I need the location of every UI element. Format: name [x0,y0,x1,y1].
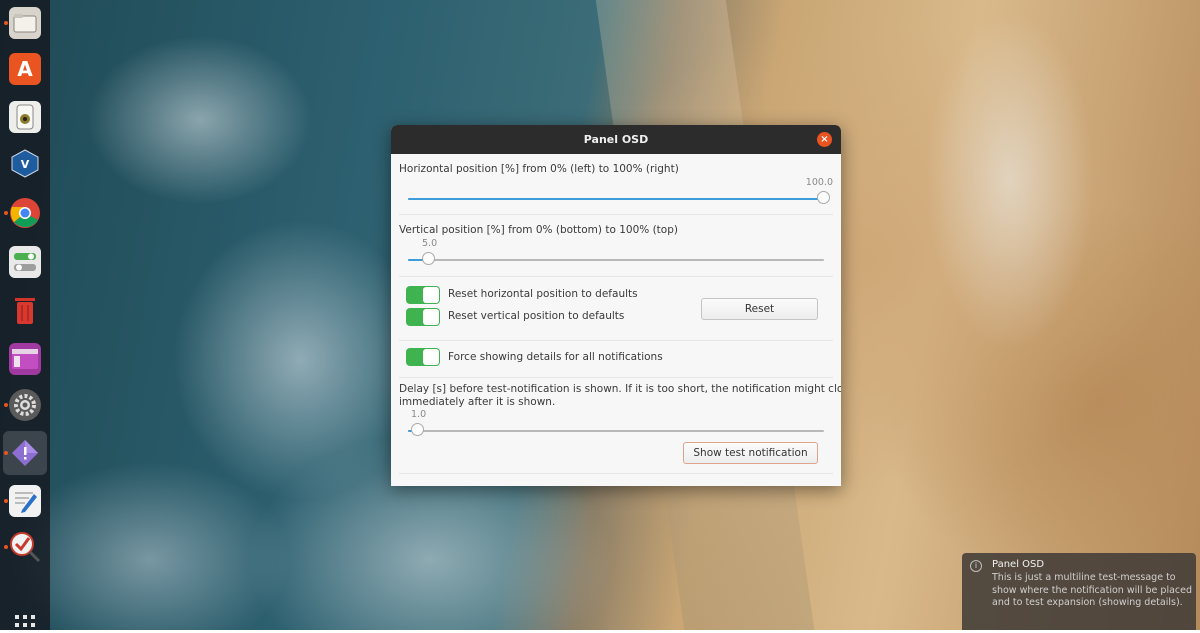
svg-text:V: V [21,158,30,171]
running-indicator [4,21,8,25]
reset-section: Reset horizontal position to defaults Re… [399,277,833,339]
window-app-icon [9,343,41,375]
switch-thumb [423,287,439,303]
speaker-icon [9,101,41,133]
force-details-section: Force showing details for all notificati… [399,341,833,377]
delay-label-line1: Delay [s] before test-notification is sh… [399,383,841,395]
running-indicator [4,499,8,503]
horizontal-position-section: Horizontal position [%] from 0% (left) t… [399,154,833,214]
dock-software[interactable]: A [3,47,47,91]
info-icon: i [970,560,982,572]
software-icon: A [9,53,41,85]
horizontal-position-slider[interactable] [408,191,830,204]
force-details-switch[interactable] [406,348,440,366]
show-applications-button[interactable] [3,604,47,630]
virtualbox-icon: V [9,147,41,179]
dock: A V [0,0,50,630]
dialog-title: Panel OSD [583,133,649,146]
reset-horizontal-switch[interactable] [406,286,440,304]
checkbox-app-icon [9,531,41,563]
text-editor-icon [9,485,41,517]
dock-toggle-settings[interactable] [3,240,47,284]
horizontal-position-label: Horizontal position [%] from 0% (left) t… [399,163,679,175]
delay-label-line2: immediately after it is shown. [399,396,556,408]
dock-checkbox-app[interactable] [3,525,47,569]
running-indicator [4,403,8,407]
reset-vertical-switch[interactable] [406,308,440,326]
dock-text-editor[interactable] [3,479,47,523]
dock-chrome[interactable] [3,191,47,235]
slider-handle[interactable] [422,252,435,265]
dock-files[interactable] [3,1,47,45]
files-icon [9,7,41,39]
dock-virtualbox[interactable]: V [3,141,47,185]
delay-slider[interactable] [408,423,824,436]
running-indicator [4,211,8,215]
settings-icon [9,389,41,421]
slider-handle[interactable] [411,423,424,436]
vertical-position-section: Vertical position [%] from 0% (bottom) t… [399,215,833,275]
slider-handle[interactable] [817,191,830,204]
dock-trash[interactable] [3,288,47,332]
running-indicator [4,545,8,549]
toggle-settings-icon [9,246,41,278]
switch-thumb [423,349,439,365]
panel-osd-dialog: Panel OSD × Horizontal position [%] from… [391,125,841,486]
notification-body: This is just a multiline test-message to… [992,572,1193,608]
delay-value: 1.0 [411,409,427,420]
delay-section: Delay [s] before test-notification is sh… [399,378,841,473]
switch-thumb [423,309,439,325]
chrome-icon [9,197,41,229]
close-icon: × [820,134,829,145]
dialog-titlebar[interactable]: Panel OSD × [391,125,841,154]
grid-icon [12,604,38,630]
show-test-notification-button[interactable]: Show test notification [683,442,818,464]
dock-window-app[interactable] [3,337,47,381]
notification-popup[interactable]: i Panel OSD This is just a multiline tes… [962,553,1196,630]
horizontal-position-value: 100.0 [805,177,833,188]
close-button[interactable]: × [817,132,832,147]
vertical-position-label: Vertical position [%] from 0% (bottom) t… [399,224,678,236]
vertical-position-slider[interactable] [408,252,824,265]
trash-icon [9,294,41,326]
force-details-label: Force showing details for all notificati… [448,351,663,363]
dock-extension[interactable] [3,431,47,475]
slider-fill [408,198,824,200]
divider [399,473,833,474]
dock-settings[interactable] [3,383,47,427]
extension-icon [9,437,41,469]
dock-speaker[interactable] [3,95,47,139]
reset-horizontal-label: Reset horizontal position to defaults [448,288,638,300]
vertical-position-value: 5.0 [422,238,438,249]
reset-vertical-label: Reset vertical position to defaults [448,310,625,322]
reset-button[interactable]: Reset [701,298,818,320]
running-indicator [4,451,8,455]
notification-title: Panel OSD [992,559,1045,570]
